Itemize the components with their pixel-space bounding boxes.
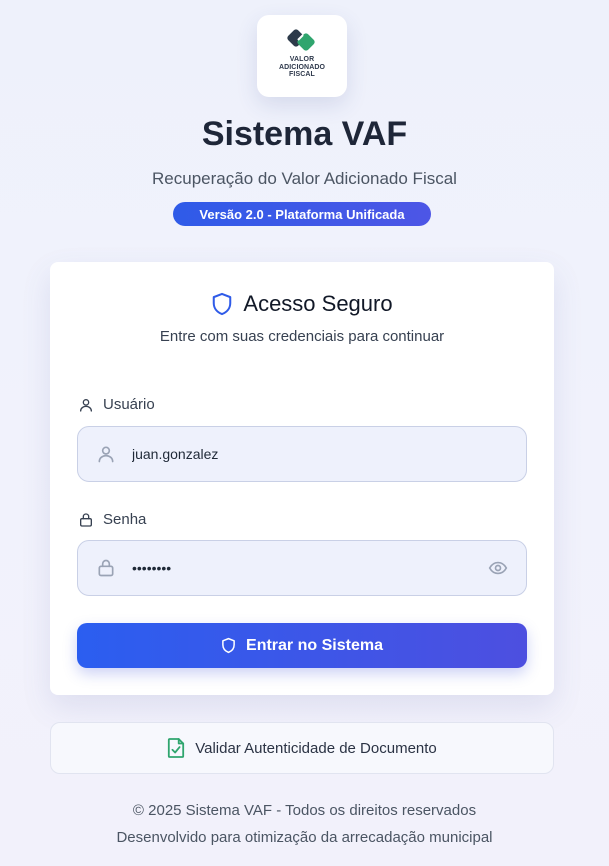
logo-line: FISCAL [289,71,315,78]
password-label-text: Senha [103,511,147,528]
footer-copyright: © 2025 Sistema VAF - Todos os direitos r… [132,802,477,819]
document-check-icon [168,738,185,758]
username-field [77,426,527,482]
app-subtitle: Recuperação do Valor Adicionado Fiscal [152,169,457,188]
shield-icon [222,637,235,654]
username-label: Usuário [78,396,155,413]
vaf-logo-mark-icon [287,29,315,51]
eye-icon[interactable] [487,558,509,578]
app-title: Sistema VAF [201,115,408,153]
logo-wordmark: VALOR ADICIONADO FISCAL [279,56,325,79]
username-input[interactable] [132,427,472,481]
login-submit-button[interactable]: Entrar no Sistema [77,623,527,668]
user-icon [98,446,114,463]
lock-icon [80,512,92,527]
footer-tagline: Desenvolvido para otimização da arrecada… [116,829,493,846]
lock-icon [98,559,114,577]
validate-document-label: Validar Autenticidade de Documento [195,739,437,757]
validate-document-button[interactable]: Validar Autenticidade de Documento [50,722,554,774]
logo-line: VALOR [289,56,315,63]
user-icon [80,398,92,412]
card-subtitle: Entre com suas credenciais para continua… [159,328,445,345]
password-label: Senha [78,511,146,528]
card-title-text: Acesso Seguro [243,291,393,316]
password-input[interactable] [132,541,472,595]
version-badge: Versão 2.0 - Plataforma Unificada [173,202,431,226]
password-field [77,540,527,596]
logo-line: ADICIONADO [278,63,326,71]
app-logo: VALOR ADICIONADO FISCAL [257,15,347,97]
username-label-text: Usuário [103,396,155,413]
login-card: Acesso Seguro Entre com suas credenciais… [50,262,554,695]
shield-icon [213,292,232,316]
login-submit-label: Entrar no Sistema [246,636,383,654]
card-title: Acesso Seguro [50,291,554,317]
